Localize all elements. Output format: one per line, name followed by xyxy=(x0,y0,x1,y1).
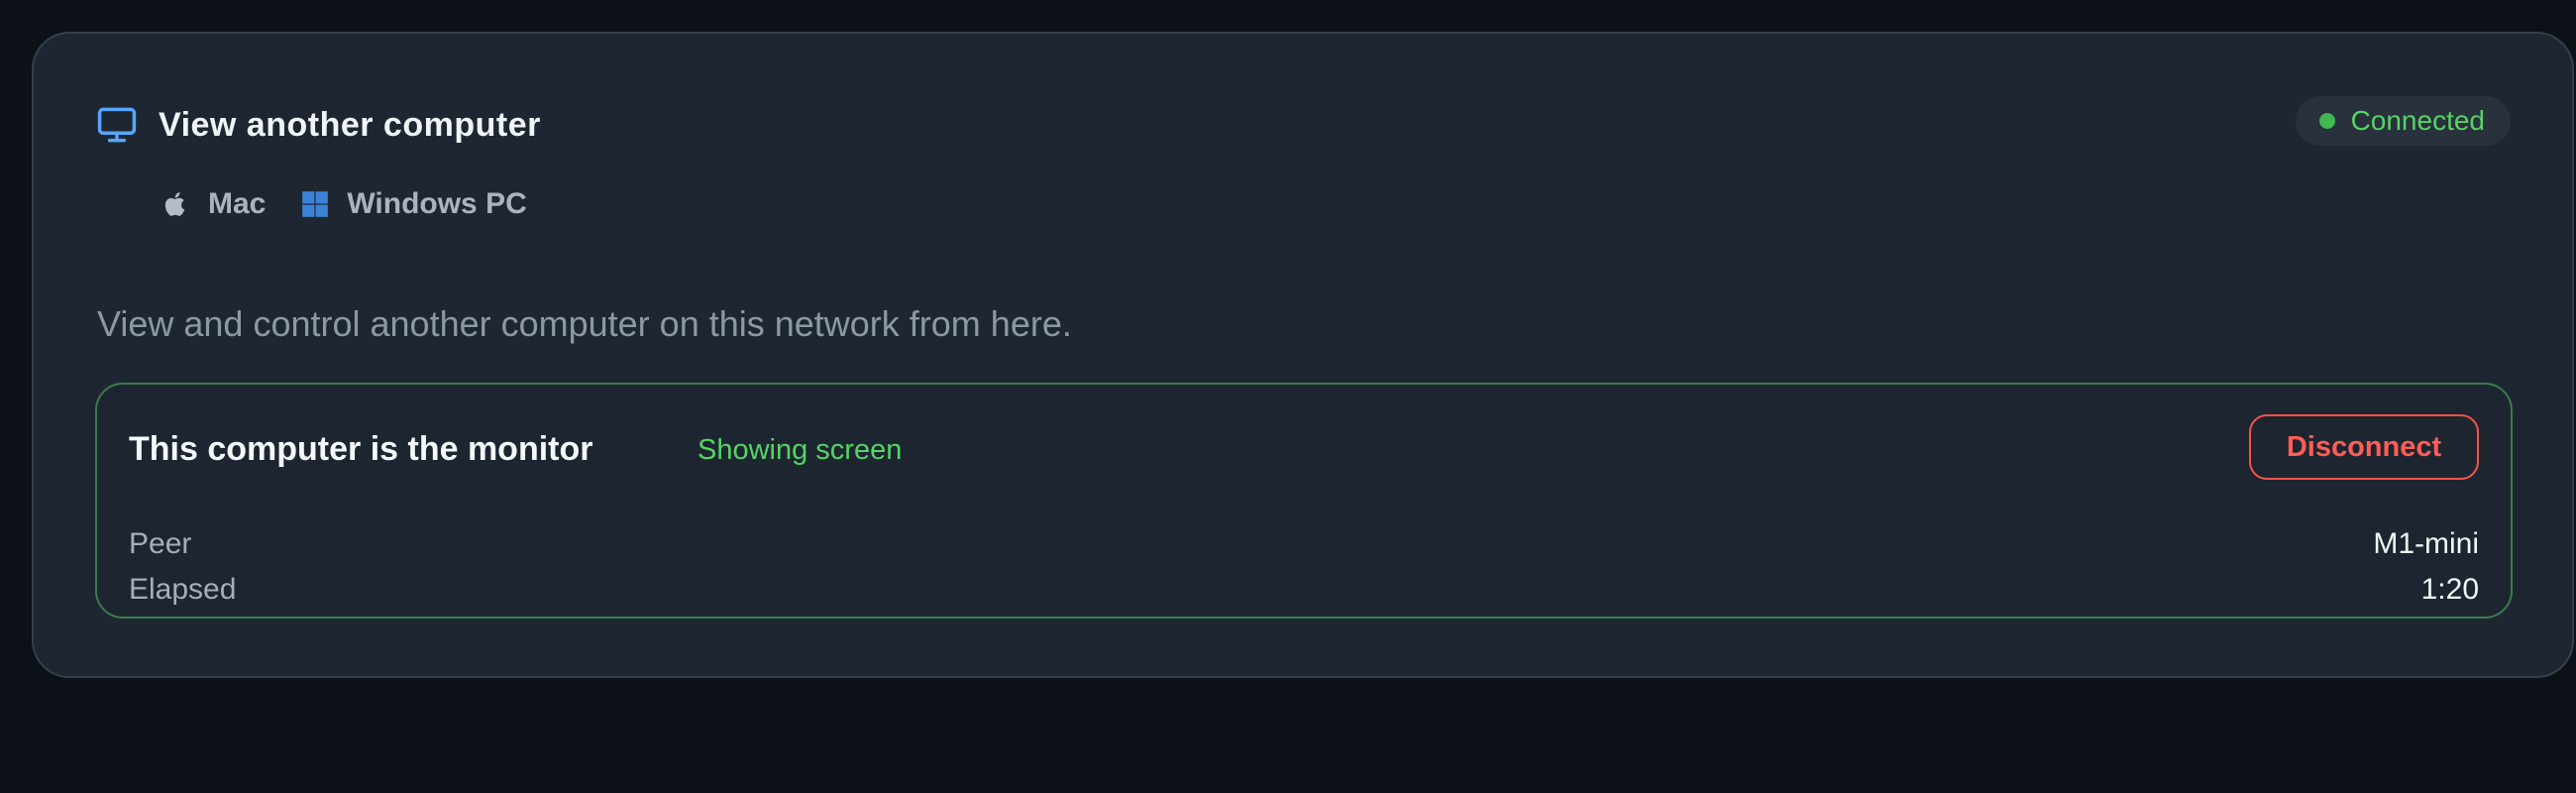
platform-mac: Mac xyxy=(162,187,266,221)
platform-mac-label: Mac xyxy=(208,187,267,220)
session-detail-row-elapsed: Elapsed 1:20 xyxy=(129,569,2479,611)
disconnect-button[interactable]: Disconnect xyxy=(2249,414,2479,480)
platform-windows: Windows PC xyxy=(301,187,527,221)
supported-platforms: Mac Windows PC xyxy=(162,180,563,228)
active-session-panel: This computer is the monitor Showing scr… xyxy=(95,383,2513,619)
elapsed-label: Elapsed xyxy=(129,573,237,606)
session-state-label: Showing screen xyxy=(698,434,903,466)
windows-icon xyxy=(301,190,329,218)
card-description: View and control another computer on thi… xyxy=(97,303,1072,344)
status-dot-icon xyxy=(2318,113,2335,129)
platform-windows-label: Windows PC xyxy=(347,187,527,220)
connection-status-badge: Connected xyxy=(2295,96,2511,146)
elapsed-value: 1:20 xyxy=(2420,573,2479,606)
peer-label: Peer xyxy=(129,527,192,560)
session-role-title: This computer is the monitor xyxy=(129,430,593,468)
peer-value: M1-mini xyxy=(2373,527,2479,560)
session-detail-row-peer: Peer M1-mini xyxy=(129,523,2479,565)
card-title: View another computer xyxy=(159,105,541,144)
view-another-computer-card: View another computer Connected Mac Wind… xyxy=(32,32,2574,678)
apple-icon xyxy=(162,190,190,218)
connection-status-label: Connected xyxy=(2350,105,2485,136)
monitor-icon xyxy=(95,103,139,147)
card-header: View another computer xyxy=(95,95,541,155)
